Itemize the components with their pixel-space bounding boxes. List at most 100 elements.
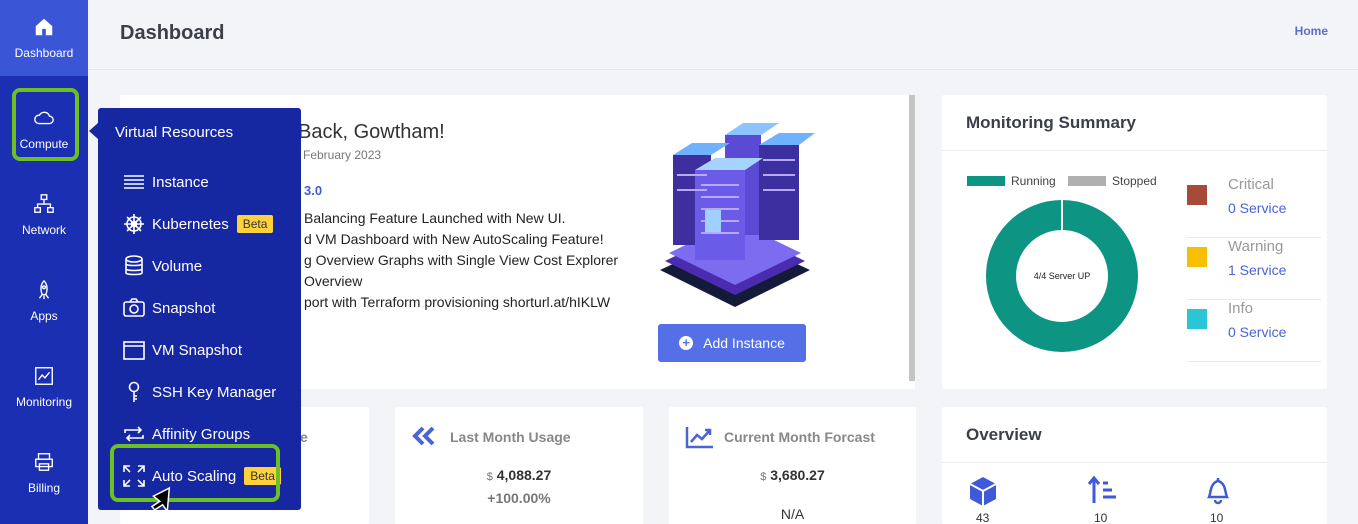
release-note: d VM Dashboard with New AutoScaling Feat… xyxy=(304,231,604,247)
status-info: Info 0 Service xyxy=(1187,300,1321,362)
submenu-item-snapshot[interactable]: Snapshot xyxy=(122,296,215,320)
legend-swatch-stopped xyxy=(1068,176,1106,186)
sidebar-item-network[interactable]: Network xyxy=(0,172,88,258)
beta-badge: Beta xyxy=(244,467,281,485)
camera-icon xyxy=(123,298,145,317)
submenu-item-instance[interactable]: Instance xyxy=(122,170,209,194)
overview-card: Overview 43 10 10 xyxy=(942,407,1327,524)
home-icon xyxy=(35,18,53,36)
stat-title: Last Month Usage xyxy=(450,429,571,445)
expand-icon xyxy=(123,465,145,487)
status-name: Warning xyxy=(1228,238,1284,255)
divider xyxy=(942,150,1327,151)
printer-icon xyxy=(35,453,53,471)
overview-value: 10 xyxy=(1094,511,1108,524)
submenu-item-label: Kubernetes xyxy=(152,215,229,233)
submenu-item-label: Affinity Groups xyxy=(152,425,251,443)
submenu-item-kubernetes[interactable]: Kubernetes Beta xyxy=(122,212,274,236)
overview-value: 43 xyxy=(976,511,990,524)
chart-icon xyxy=(35,367,53,385)
double-chevron-left-icon xyxy=(412,426,435,446)
warning-color-swatch xyxy=(1187,247,1207,267)
cloud-icon xyxy=(34,111,54,125)
stat-card-forecast: Current Month Forcast $ 3,680.27 N/A xyxy=(669,407,916,524)
submenu-item-label: Auto Scaling xyxy=(152,467,237,485)
server-status-donut: 4/4 Server UP xyxy=(986,200,1138,352)
stat-change: N/A xyxy=(780,506,805,522)
add-instance-button[interactable]: + Add Instance xyxy=(658,324,806,362)
status-critical: Critical 0 Service xyxy=(1187,176,1321,238)
sidebar-item-label: Dashboard xyxy=(14,46,74,60)
sidebar-item-label: Apps xyxy=(30,309,58,323)
breadcrumb-home-link[interactable]: Home xyxy=(1295,24,1328,38)
stat-title: e xyxy=(300,429,308,445)
critical-color-swatch xyxy=(1187,185,1207,205)
list-icon xyxy=(124,175,144,189)
sidebar-item-label: Network xyxy=(21,223,66,237)
sidebar-item-label: Monitoring xyxy=(15,395,73,409)
info-service-link[interactable]: 0 Service xyxy=(1228,324,1286,340)
submenu-item-label: SSH Key Manager xyxy=(152,383,277,401)
submenu-item-affinity-groups[interactable]: Affinity Groups xyxy=(122,422,250,446)
currency-symbol: $ xyxy=(486,471,493,483)
repeat-icon xyxy=(124,426,144,442)
submenu-title: Virtual Resources xyxy=(115,124,234,141)
sidebar-item-monitoring[interactable]: Monitoring xyxy=(0,344,88,430)
status-warning: Warning 1 Service xyxy=(1187,238,1321,300)
legend-swatch-running xyxy=(967,176,1005,186)
critical-service-link[interactable]: 0 Service xyxy=(1228,200,1286,216)
welcome-scrollbar[interactable] xyxy=(909,95,915,381)
submenu-item-label: VM Snapshot xyxy=(152,341,243,359)
submenu-item-label: Volume xyxy=(152,257,203,275)
sidebar-item-billing[interactable]: Billing xyxy=(0,430,88,516)
sidebar-item-apps[interactable]: Apps xyxy=(0,258,88,344)
warning-service-link[interactable]: 1 Service xyxy=(1228,262,1286,278)
key-icon xyxy=(128,381,140,402)
cube-icon xyxy=(969,477,997,506)
sidebar-item-dashboard[interactable]: Dashboard xyxy=(0,0,88,76)
legend-stopped: Stopped xyxy=(1068,174,1157,188)
status-name: Info xyxy=(1228,300,1254,317)
sort-icon xyxy=(1087,475,1116,503)
stat-change: +100.00% xyxy=(487,490,551,506)
overview-title: Overview xyxy=(966,425,1042,444)
beta-badge: Beta xyxy=(236,215,274,233)
submenu-item-label: Instance xyxy=(152,173,209,191)
monitoring-summary-title: Monitoring Summary xyxy=(966,113,1137,132)
mouse-pointer-icon xyxy=(150,486,171,514)
divider xyxy=(942,462,1327,463)
submenu-item-ssh-key-manager[interactable]: SSH Key Manager xyxy=(122,380,276,404)
stat-title: Current Month Forcast xyxy=(724,429,875,445)
welcome-date: February 2023 xyxy=(303,148,382,162)
rocket-icon xyxy=(38,279,50,300)
page-header: Dashboard Home xyxy=(88,0,1358,70)
legend-running: Running xyxy=(967,174,1056,188)
overview-value: 10 xyxy=(1210,511,1224,524)
submenu-item-auto-scaling[interactable]: Auto Scaling Beta xyxy=(122,464,281,488)
add-instance-label: Add Instance xyxy=(703,335,785,351)
sidebar: Dashboard Compute Network Apps Monitorin… xyxy=(0,0,88,524)
welcome-title: Back, Gowtham! xyxy=(298,121,445,143)
window-icon xyxy=(123,341,145,360)
plus-circle-icon: + xyxy=(679,336,694,350)
release-note: g Overview Graphs with Single View Cost … xyxy=(304,252,619,268)
amount-value: 3,680.27 xyxy=(770,467,825,483)
submenu-item-label: Snapshot xyxy=(152,299,216,317)
release-notes: Balancing Feature Launched with New UI. … xyxy=(304,208,618,313)
release-note: port with Terraform provisioning shortur… xyxy=(304,294,611,310)
release-note: Overview xyxy=(304,273,363,289)
submenu-item-volume[interactable]: Volume xyxy=(122,254,202,278)
stat-amount: $ 4,088.27 xyxy=(395,467,643,483)
release-version: 3.0 xyxy=(304,183,323,198)
server-stack-illustration xyxy=(660,123,815,307)
donut-center-label: 4/4 Server UP xyxy=(1034,271,1091,281)
compute-submenu: Virtual Resources Instance Kubernetes Be… xyxy=(98,108,301,510)
helm-icon xyxy=(124,214,144,234)
database-icon xyxy=(125,255,143,276)
submenu-item-vm-snapshot[interactable]: VM Snapshot xyxy=(122,338,242,362)
status-name: Critical xyxy=(1228,176,1274,193)
legend-label: Stopped xyxy=(1112,174,1157,188)
sidebar-item-compute[interactable]: Compute xyxy=(0,86,88,172)
amount-value: 4,088.27 xyxy=(496,467,552,483)
sidebar-item-label: Billing xyxy=(27,481,60,495)
